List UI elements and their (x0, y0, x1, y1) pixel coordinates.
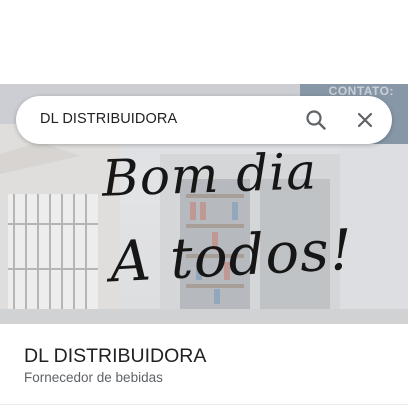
search-icon[interactable] (302, 106, 330, 134)
hero-greeting-line2: A todos! (108, 217, 355, 296)
search-bar[interactable]: DL DISTRIBUIDORA (16, 96, 392, 144)
search-input[interactable]: DL DISTRIBUIDORA (40, 111, 177, 127)
place-category: Fornecedor de bebidas (24, 370, 163, 385)
place-info-panel: DL DISTRIBUIDORA Fornecedor de bebidas (0, 324, 408, 408)
top-blank-area (0, 0, 408, 84)
close-icon[interactable] (351, 106, 379, 134)
hero-greeting-line1: Bom dia (101, 142, 318, 208)
divider (0, 404, 408, 405)
place-title: DL DISTRIBUIDORA (24, 345, 207, 367)
